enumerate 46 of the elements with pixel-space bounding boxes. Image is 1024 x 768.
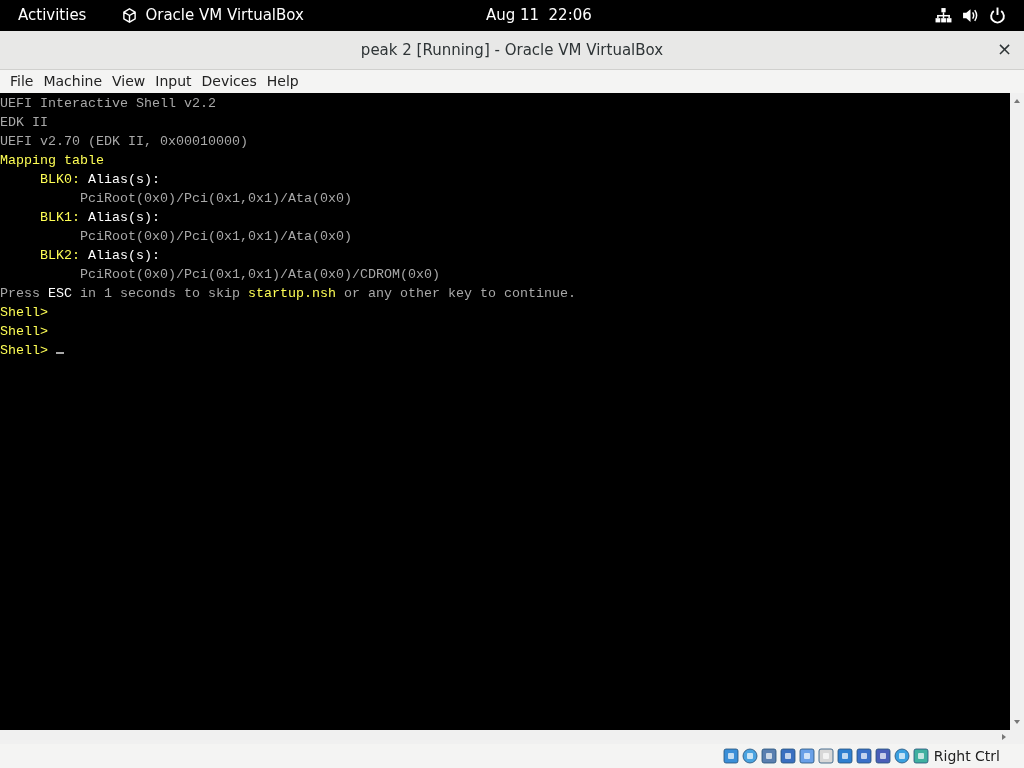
device-status-icon[interactable] <box>760 748 777 764</box>
device-status-icon[interactable] <box>836 748 853 764</box>
app-name[interactable]: Oracle VM VirtualBox <box>145 4 304 27</box>
console-line: EDK II <box>0 114 48 132</box>
device-status-icon[interactable] <box>779 748 796 764</box>
device-status-icon[interactable] <box>722 748 739 764</box>
device-status-icon[interactable] <box>855 748 872 764</box>
device-status-icon[interactable] <box>798 748 815 764</box>
console-line: Shell> <box>0 304 48 322</box>
menu-item[interactable]: Devices <box>196 71 262 92</box>
device-status-icon[interactable] <box>817 748 834 764</box>
cube-icon <box>122 8 138 23</box>
console-line: BLK2: Alias(s): <box>39 247 160 265</box>
console-line: Mapping table <box>0 152 104 170</box>
network-icon[interactable] <box>935 7 952 24</box>
device-status-icon[interactable] <box>741 748 758 764</box>
console-line: UEFI Interactive Shell v2.2 <box>0 95 216 113</box>
menu-item[interactable]: Machine <box>38 71 108 92</box>
console-line: UEFI v2.70 (EDK II, 0x00010000) <box>0 133 248 151</box>
console-line: Shell> <box>0 341 64 360</box>
console-line: PciRoot(0x0)/Pci(0x1,0x1)/Ata(0x0) <box>78 190 352 208</box>
horizontal-scrollbar[interactable] <box>0 730 1024 744</box>
console-line: Shell> <box>0 323 48 341</box>
console-line: PciRoot(0x0)/Pci(0x1,0x1)/Ata(0x0)/CDROM(0x0) <box>78 266 440 284</box>
console-line: BLK1: Alias(s): <box>39 209 160 227</box>
activities-button[interactable]: Activities <box>18 4 87 27</box>
menu-item[interactable]: View <box>107 71 151 92</box>
host-key-label[interactable]: Right Ctrl <box>933 745 1000 767</box>
device-status-icon[interactable] <box>874 748 891 764</box>
menu-item[interactable]: File <box>5 71 39 92</box>
arrow-right-icon[interactable] <box>1000 733 1008 741</box>
clock[interactable]: Aug 11 22:06 <box>485 4 592 27</box>
vertical-scrollbar[interactable] <box>1010 93 1024 730</box>
menu-item[interactable]: Input <box>150 71 197 92</box>
window-title: peak 2 [Running] - Oracle VM VirtualBox <box>360 39 664 61</box>
console-line: PciRoot(0x0)/Pci(0x1,0x1)/Ata(0x0) <box>78 228 352 246</box>
device-status-icon[interactable] <box>912 748 929 764</box>
arrow-up-icon[interactable] <box>1013 97 1021 105</box>
power-icon[interactable] <box>989 7 1006 24</box>
device-status-icon[interactable] <box>893 748 910 764</box>
arrow-down-icon[interactable] <box>1013 718 1021 726</box>
console-line: BLK0: Alias(s): <box>39 171 160 189</box>
console-line: Press ESC in 1 seconds to skip startup.nsh or any other key to continue. <box>0 285 576 303</box>
close-button[interactable]: × <box>996 39 1012 59</box>
volume-icon[interactable] <box>962 7 979 24</box>
menu-item[interactable]: Help <box>261 71 304 92</box>
